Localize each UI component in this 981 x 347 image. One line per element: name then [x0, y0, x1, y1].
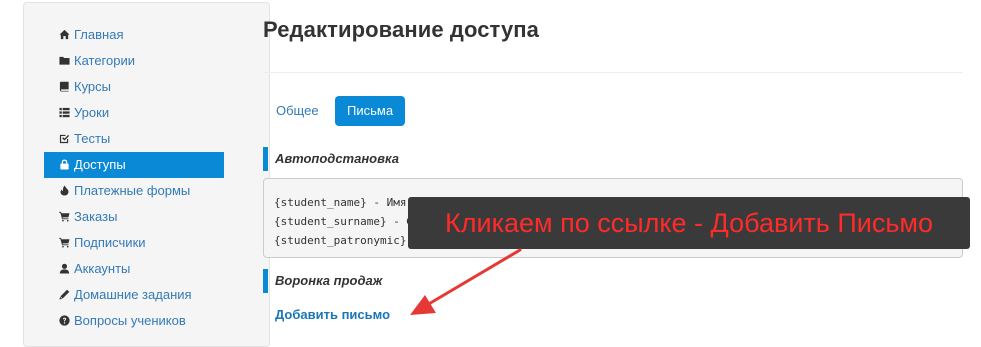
sidebar-item-home[interactable]: Главная — [44, 22, 224, 48]
sidebar: Главная Категории Курсы Уроки Тесты Дост… — [23, 2, 270, 347]
folder-icon — [59, 55, 70, 66]
sidebar-item-label: Категории — [74, 53, 135, 68]
sidebar-item-orders[interactable]: Заказы — [44, 204, 224, 230]
sidebar-item-payment-forms[interactable]: Платежные формы — [44, 178, 224, 204]
sidebar-item-label: Уроки — [74, 105, 110, 120]
sidebar-item-label: Курсы — [74, 79, 112, 94]
add-letter-link[interactable]: Добавить письмо — [275, 307, 390, 322]
sidebar-item-label: Доступы — [74, 157, 126, 172]
sidebar-nav: Главная Категории Курсы Уроки Тесты Дост… — [44, 22, 224, 334]
sidebar-item-lessons[interactable]: Уроки — [44, 100, 224, 126]
sales-funnel-heading: Воронка продаж — [263, 269, 382, 293]
home-icon — [59, 29, 70, 40]
sidebar-item-categories[interactable]: Категории — [44, 48, 224, 74]
sidebar-item-subscribers[interactable]: Подписчики — [44, 230, 224, 256]
sidebar-item-access[interactable]: Доступы — [44, 152, 224, 178]
sidebar-item-tests[interactable]: Тесты — [44, 126, 224, 152]
sidebar-item-label: Платежные формы — [74, 183, 191, 198]
annotation-callout: Кликаем по ссылке - Добавить Письмо — [408, 197, 970, 249]
user-icon — [59, 263, 70, 274]
fire-icon — [59, 185, 70, 196]
sidebar-item-accounts[interactable]: Аккаунты — [44, 256, 224, 282]
lock-icon — [59, 159, 70, 170]
tab-general[interactable]: Общее — [264, 96, 331, 126]
sidebar-item-label: Заказы — [74, 209, 118, 224]
sidebar-item-label: Подписчики — [74, 235, 146, 250]
sidebar-item-student-questions[interactable]: Вопросы учеников — [44, 308, 224, 334]
cart-icon — [59, 237, 70, 248]
pencil-icon — [59, 289, 70, 300]
sidebar-item-label: Главная — [74, 27, 124, 42]
tab-letters[interactable]: Письма — [335, 96, 406, 126]
book-icon — [59, 81, 70, 92]
divider — [263, 72, 963, 73]
sidebar-item-courses[interactable]: Курсы — [44, 74, 224, 100]
sidebar-item-label: Вопросы учеников — [74, 313, 186, 328]
autosubstitution-heading: Автоподстановка — [263, 147, 399, 171]
sidebar-item-label: Тесты — [74, 131, 111, 146]
sidebar-item-label: Аккаунты — [74, 261, 131, 276]
question-icon — [59, 315, 70, 326]
list-icon — [59, 107, 70, 118]
sidebar-item-label: Домашние задания — [74, 287, 192, 302]
sidebar-item-homework[interactable]: Домашние задания — [44, 282, 224, 308]
edit-check-icon — [59, 133, 70, 144]
page-title: Редактирование доступа — [263, 17, 540, 42]
cart-icon — [59, 211, 70, 222]
